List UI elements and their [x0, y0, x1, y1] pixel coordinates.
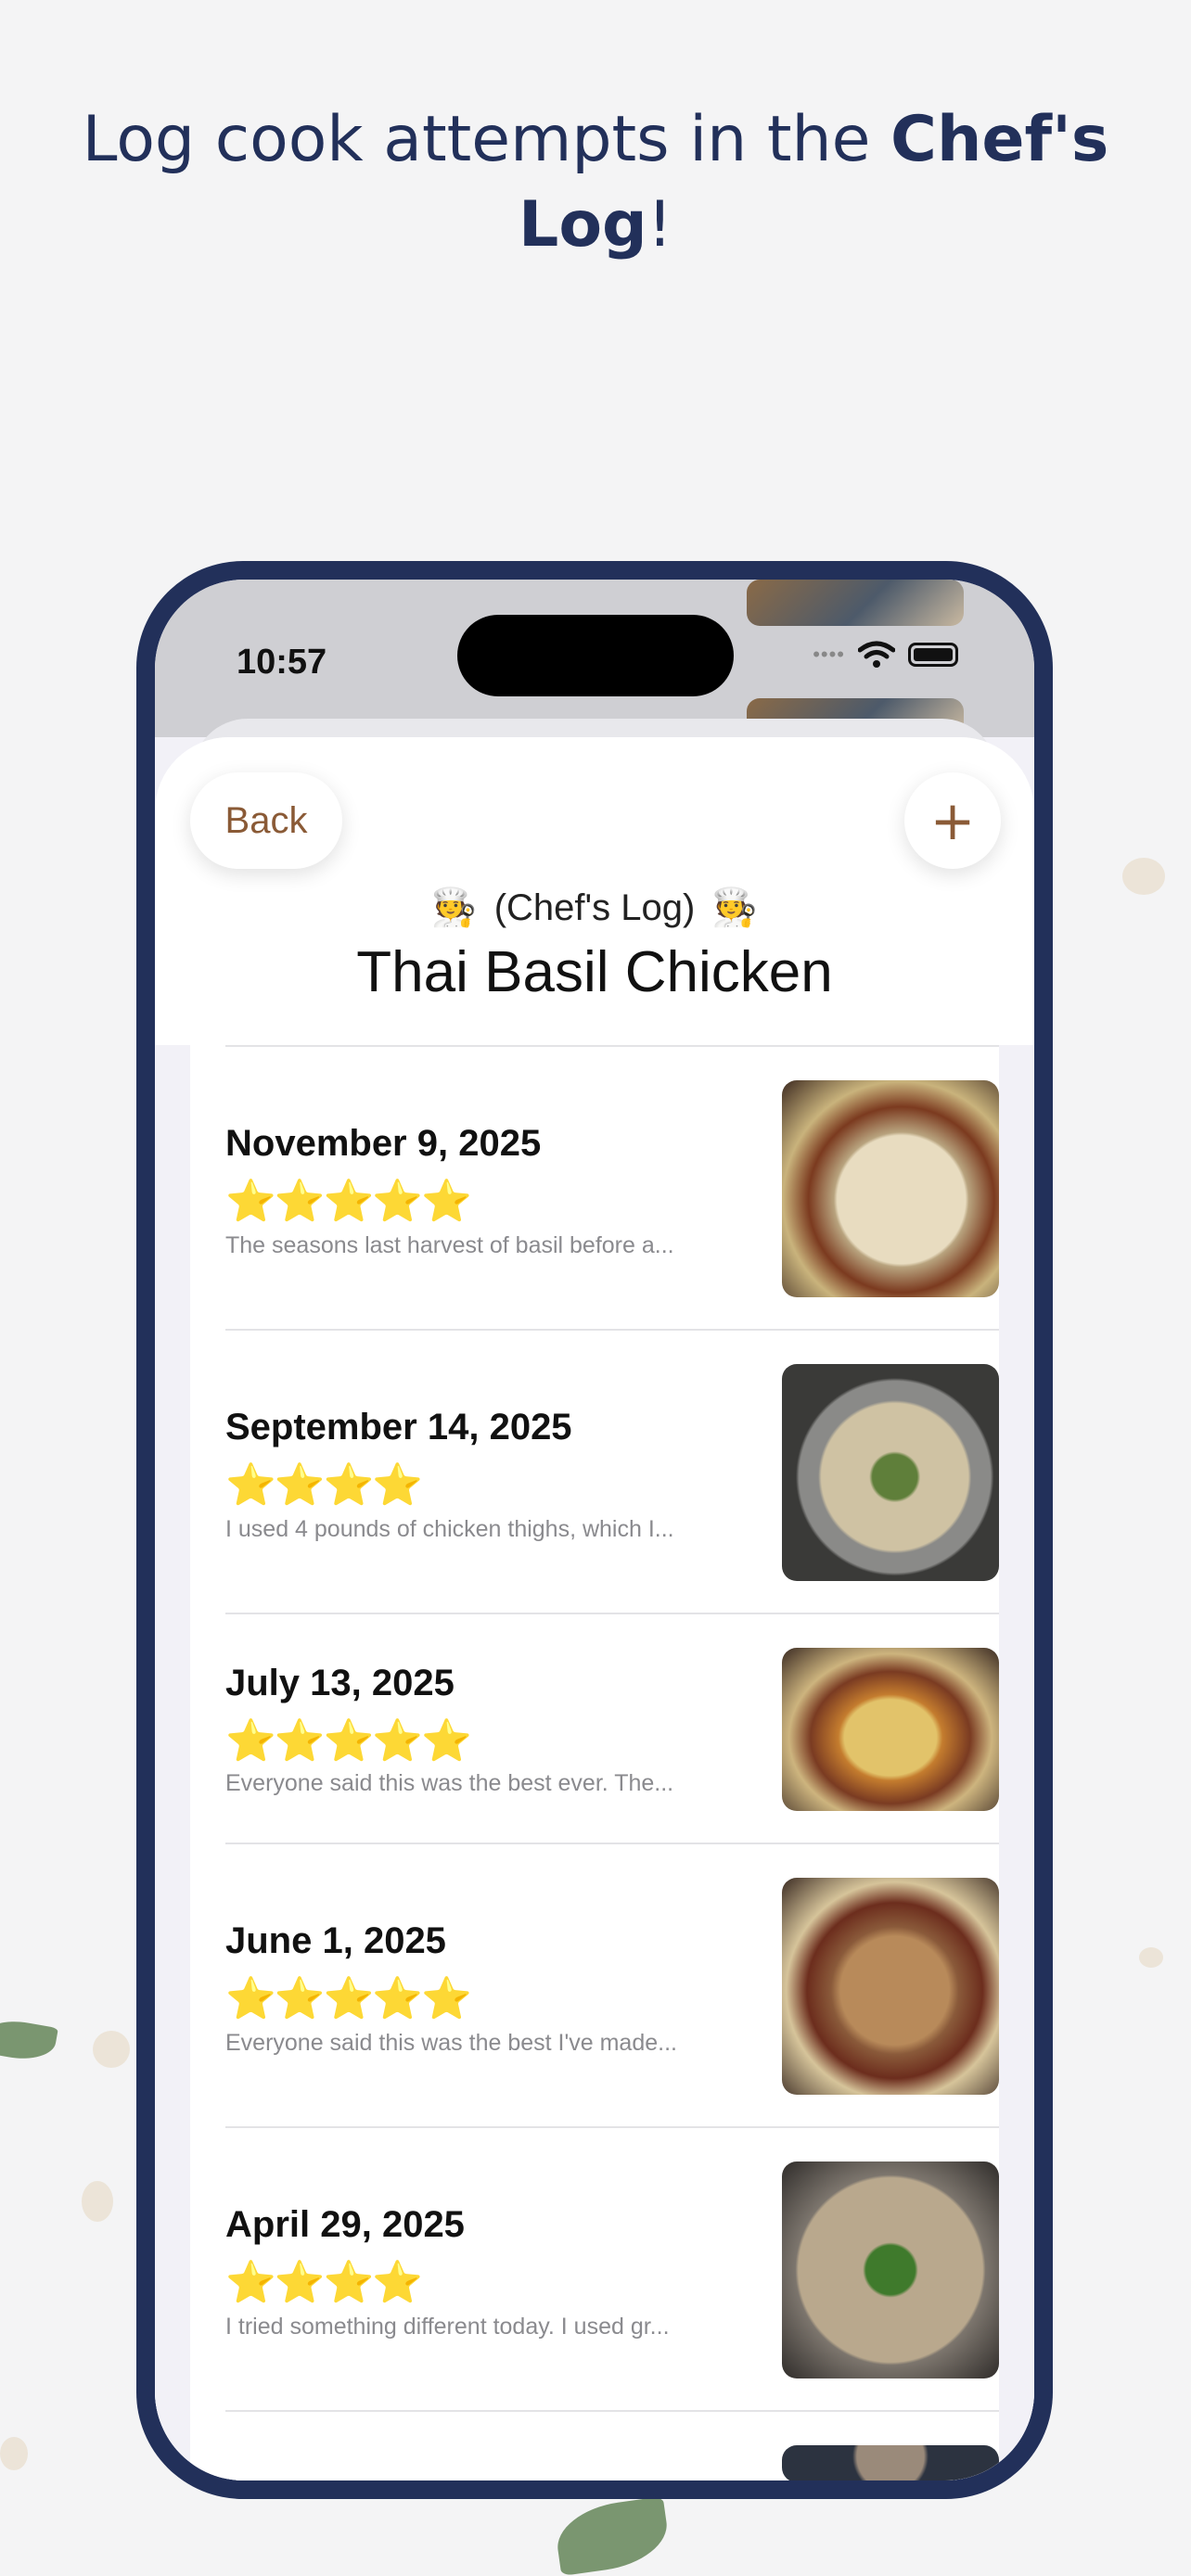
peek-photo [747, 580, 964, 626]
entry-date: September 14, 2025 [225, 1407, 572, 1447]
headline-suffix: ! [647, 188, 672, 261]
decor-crumb [82, 2181, 113, 2222]
log-entry-partial[interactable] [225, 2410, 999, 2480]
sheet-subtitle: 🧑‍🍳 (Chef's Log) 🧑‍🍳 [155, 886, 1034, 929]
entry-note: I used 4 pounds of chicken thighs, which… [225, 1516, 674, 1542]
log-entry-list[interactable]: November 9, 2025 ⭐⭐⭐⭐⭐ The seasons last … [190, 1045, 999, 2480]
entry-rating-stars: ⭐⭐⭐⭐⭐ [225, 1718, 472, 1764]
decor-crumb [0, 2437, 28, 2470]
decor-crumb [1122, 858, 1165, 895]
entry-photo[interactable] [782, 1648, 999, 1811]
entry-date: April 29, 2025 [225, 2204, 465, 2245]
entry-note: Everyone said this was the best ever. Th… [225, 1770, 674, 1796]
status-bar: 10:57 •••• [155, 580, 1034, 737]
log-entry[interactable]: April 29, 2025 ⭐⭐⭐⭐ I tried something di… [225, 2126, 999, 2412]
entry-rating-stars: ⭐⭐⭐⭐ [225, 1462, 423, 1508]
entry-rating-stars: ⭐⭐⭐⭐ [225, 2260, 423, 2305]
entry-photo[interactable] [782, 1080, 999, 1297]
entry-note: The seasons last harvest of basil before… [225, 1232, 674, 1258]
log-entry[interactable]: June 1, 2025 ⭐⭐⭐⭐⭐ Everyone said this wa… [225, 1843, 999, 2128]
decor-crumb [1139, 1947, 1163, 1968]
list-gutter [999, 1045, 1034, 2480]
headline-prefix: Log cook attempts in the [82, 103, 891, 176]
entry-date: June 1, 2025 [225, 1920, 446, 1961]
list-gutter [155, 1045, 190, 2480]
entry-date: July 13, 2025 [225, 1663, 455, 1703]
wifi-icon [858, 641, 895, 668]
entry-photo[interactable] [782, 2162, 999, 2378]
entry-note: I tried something different today. I use… [225, 2314, 670, 2340]
log-entry[interactable]: July 13, 2025 ⭐⭐⭐⭐⭐ Everyone said this w… [225, 1613, 999, 1844]
decor-leaf [552, 2495, 672, 2576]
chefs-log-sheet: Back + 🧑‍🍳 (Chef's Log) 🧑‍🍳 Thai Basil Chi… [155, 737, 1034, 2480]
status-icons: •••• [813, 641, 958, 669]
status-time: 10:57 [237, 643, 327, 682]
entry-note: Everyone said this was the best I've mad… [225, 2030, 677, 2056]
entry-rating-stars: ⭐⭐⭐⭐⭐ [225, 1976, 472, 2021]
signal-icon: •••• [813, 643, 845, 666]
back-button[interactable]: Back [190, 772, 342, 869]
entry-rating-stars: ⭐⭐⭐⭐⭐ [225, 1179, 472, 1224]
entry-photo[interactable] [782, 2445, 999, 2480]
sheet-header: Back + 🧑‍🍳 (Chef's Log) 🧑‍🍳 Thai Basil Chi… [155, 737, 1034, 1045]
battery-icon [908, 643, 958, 667]
phone-frame: 10:57 •••• Back + 🧑‍🍳 (Chef's Log) 🧑‍🍳 [136, 561, 1053, 2499]
log-entry[interactable]: November 9, 2025 ⭐⭐⭐⭐⭐ The seasons last … [225, 1045, 999, 1331]
subtitle-text: (Chef's Log) [493, 887, 696, 928]
log-entry[interactable]: September 14, 2025 ⭐⭐⭐⭐ I used 4 pounds … [225, 1329, 999, 1614]
phone-screen: 10:57 •••• Back + 🧑‍🍳 (Chef's Log) 🧑‍🍳 [155, 580, 1034, 2480]
dynamic-island [457, 615, 734, 696]
decor-leaf [0, 2015, 58, 2065]
entry-date: November 9, 2025 [225, 1123, 542, 1164]
recipe-title: Thai Basil Chicken [356, 940, 833, 1004]
add-entry-button[interactable]: + [904, 772, 1001, 869]
chef-icon: 🧑‍🍳 [711, 887, 759, 928]
decor-crumb [93, 2031, 130, 2068]
marketing-headline: Log cook attempts in the Chef's Log! [0, 97, 1191, 268]
chef-icon: 🧑‍🍳 [430, 887, 478, 928]
entry-photo[interactable] [782, 1878, 999, 2095]
entry-photo[interactable] [782, 1364, 999, 1581]
